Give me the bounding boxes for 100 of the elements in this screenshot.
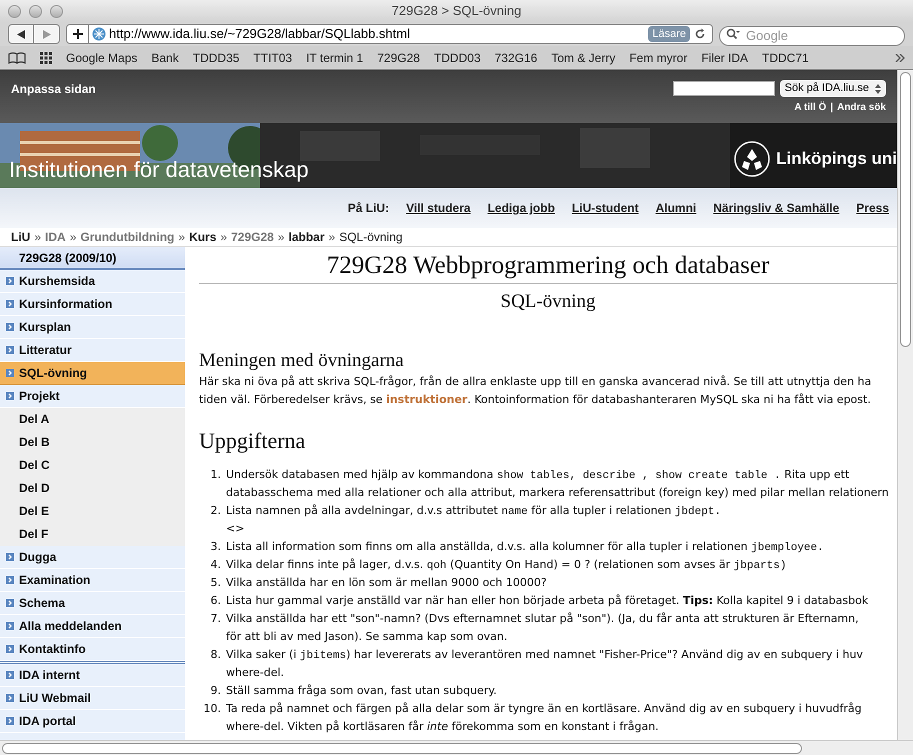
breadcrumb-link[interactable]: IDA xyxy=(45,228,66,246)
search-field[interactable]: Google xyxy=(719,26,905,46)
bookmark-link[interactable]: 732G16 xyxy=(494,48,538,66)
bookmark-link[interactable]: 729G28 xyxy=(377,48,420,66)
bookmark-link[interactable]: Tom & Jerry xyxy=(551,48,616,66)
window-control-button[interactable] xyxy=(8,4,21,18)
paragraph-line: Här ska ni öva på att skriva SQL-frågor, från de allra enklaste upp till en ganska avancerad nivå. Se till att utnyttja den ha xyxy=(199,374,872,390)
breadcrumb-separator: » xyxy=(70,229,76,246)
bookmark-link[interactable]: TDDD03 xyxy=(434,48,481,66)
arrow-icon xyxy=(6,694,14,702)
list-item-text: Ställ samma fråga som ovan, fast utan subquery. xyxy=(226,683,497,699)
search-icon xyxy=(726,28,740,40)
sidebar-item[interactable]: Del A xyxy=(0,408,185,431)
paragraph-line: tiden väl. Förberedelser krävs, se instruktioner. Kontoinformation för databashanteraren MySQL ska ni ha fått via epost. xyxy=(199,392,872,408)
bookmark-link[interactable]: Google Maps xyxy=(66,48,138,66)
page-subtitle: SQL-övning xyxy=(500,290,596,314)
code-text: jbemployee. xyxy=(751,542,824,554)
logo-icon xyxy=(734,141,770,177)
sidebar-item[interactable]: Del F xyxy=(0,523,185,546)
header-link[interactable]: A till Ö xyxy=(794,100,826,115)
bookmark-link[interactable]: Fem myror xyxy=(629,48,688,66)
forward-arrow-icon xyxy=(42,30,50,38)
nav-link[interactable]: LiU-student xyxy=(572,199,639,217)
scrollbar-thumb[interactable] xyxy=(2,742,802,754)
section-heading: Uppgifterna xyxy=(199,428,306,454)
list-number: 9. xyxy=(210,683,222,699)
breadcrumb-link[interactable]: LiU xyxy=(11,228,30,246)
window-title: 729G28 > SQL-övning xyxy=(392,2,522,20)
bookmark-link[interactable]: TDDD35 xyxy=(192,48,240,66)
code-text: jbparts) xyxy=(734,560,786,572)
plus-icon xyxy=(72,29,82,39)
list-item-text: Vilka anställda har ett "son"-namn? (Dvs efternamnet slutar på "son"). (Ja, du får anta att strukturen är Efternamn, xyxy=(226,611,859,627)
breadcrumb-link[interactable]: 729G28 xyxy=(231,228,274,246)
code-text: jbdept. xyxy=(674,506,722,518)
header-link[interactable]: | xyxy=(830,100,834,115)
search-scope-select[interactable]: Sök på IDA.liu.se xyxy=(780,80,886,97)
arrow-icon xyxy=(6,346,14,354)
arrow-icon xyxy=(6,671,14,679)
window-control-button[interactable] xyxy=(29,4,42,18)
bookmark-link[interactable]: Bank xyxy=(151,48,179,66)
sidebar-item[interactable]: SQL-övning xyxy=(0,362,185,385)
list-number: 3. xyxy=(210,539,222,555)
list-item-text: Lista namnen på alla avdelningar, d.v.s attributet name för alla tupler i relationen jbdept. xyxy=(226,503,722,520)
arrow-icon xyxy=(6,300,14,308)
list-item-text: Lista hur gammal varje anställd var när han eller hon började arbeta på företaget. Tips: Kolla kapitel 9 i databasbok xyxy=(226,593,868,609)
horizontal-scrollbar[interactable] xyxy=(0,740,913,755)
sidebar-item[interactable]: Del E xyxy=(0,500,185,523)
vertical-scrollbar[interactable] xyxy=(897,70,913,740)
more-bookmarks-icon[interactable] xyxy=(895,54,905,62)
list-item-text: Vilka saker (i jbitems) har levererats av leverantören med namnet "Fisher-Price"? Använd dig av en subquery i huv xyxy=(226,647,863,664)
code-text: show tables, describe , show create table . xyxy=(496,470,781,482)
breadcrumb-current: SQL-övning xyxy=(339,229,403,246)
customize-link[interactable]: Anpassa sidan xyxy=(11,80,96,123)
header-link[interactable]: Andra sök xyxy=(837,100,886,115)
address-field[interactable]: http://www.ida.liu.se/~729G28/labbar/SQLlabb.shtml Läsare xyxy=(66,24,713,44)
nav-link[interactable]: Lediga jobb xyxy=(488,199,555,217)
breadcrumb-separator: » xyxy=(178,229,186,246)
breadcrumb-link[interactable]: labbar xyxy=(288,228,324,246)
back-button[interactable] xyxy=(8,24,34,44)
scrollbar-thumb[interactable] xyxy=(900,72,911,347)
window-control-button[interactable] xyxy=(50,4,63,18)
list-item-text: databasschema med alla relationer och alla attribut, markera referensattribut (foreign key) med pilar mellan relationern xyxy=(226,485,889,501)
breadcrumb-link[interactable]: Grundutbildning xyxy=(80,228,174,246)
nav-link[interactable]: Näringsliv & Samhälle xyxy=(713,199,840,217)
breadcrumb-separator: » xyxy=(220,229,228,246)
bookmark-link[interactable]: IT termin 1 xyxy=(306,48,364,66)
reload-icon[interactable] xyxy=(694,28,706,40)
sidebar-item[interactable]: Del D xyxy=(0,477,185,500)
arrow-icon xyxy=(6,622,14,630)
arrow-icon xyxy=(6,599,14,607)
list-number: 1. xyxy=(210,467,222,483)
bookmark-link[interactable]: Filer IDA xyxy=(701,48,748,66)
list-number: 7. xyxy=(210,611,222,627)
sidebar-item[interactable]: Del C xyxy=(0,454,185,477)
bookmark-link[interactable]: TDDC71 xyxy=(762,48,809,66)
grid-icon[interactable] xyxy=(40,52,52,64)
list-item-text: where-del. Vikten på kortläsaren får inte förekomma som en konstant i frågan. xyxy=(226,719,660,735)
list-number: 5. xyxy=(210,575,222,591)
list-item-text: för att bli av med Jason). Se samma kap som ovan. xyxy=(226,629,508,645)
list-number: 6. xyxy=(210,593,222,609)
nav-link[interactable]: Alumni xyxy=(656,199,696,217)
nav-link[interactable]: Vill studera xyxy=(406,199,471,217)
list-number: 2. xyxy=(210,503,222,519)
code-text: qoh xyxy=(426,560,447,572)
site-icon xyxy=(92,27,106,41)
arrow-icon xyxy=(6,323,14,331)
code-text: name xyxy=(501,506,528,518)
book-icon[interactable] xyxy=(8,52,26,64)
sidebar-title: 729G28 (2009/10) xyxy=(0,247,185,270)
sidebar-item[interactable]: Del B xyxy=(0,431,185,454)
department-title: Institutionen för datavetenskap xyxy=(9,159,309,181)
arrow-icon xyxy=(6,553,14,561)
nav-link[interactable]: Press xyxy=(856,199,889,217)
breadcrumb-separator: » xyxy=(278,229,284,246)
list-item-text: Ta reda på namnet och färgen på alla delar som är tyngre än en kortläsare. Använd dig av en subquery i huvudfråg xyxy=(226,701,862,717)
bookmark-link[interactable]: TTIT03 xyxy=(253,48,292,66)
list-item-text: Vilka anställda har en lön som är mellan 9000 och 10000? xyxy=(226,575,547,591)
site-search-field[interactable] xyxy=(672,81,775,96)
instructions-link[interactable]: instruktioner xyxy=(386,393,468,406)
breadcrumb-link[interactable]: Kurs xyxy=(189,228,216,246)
